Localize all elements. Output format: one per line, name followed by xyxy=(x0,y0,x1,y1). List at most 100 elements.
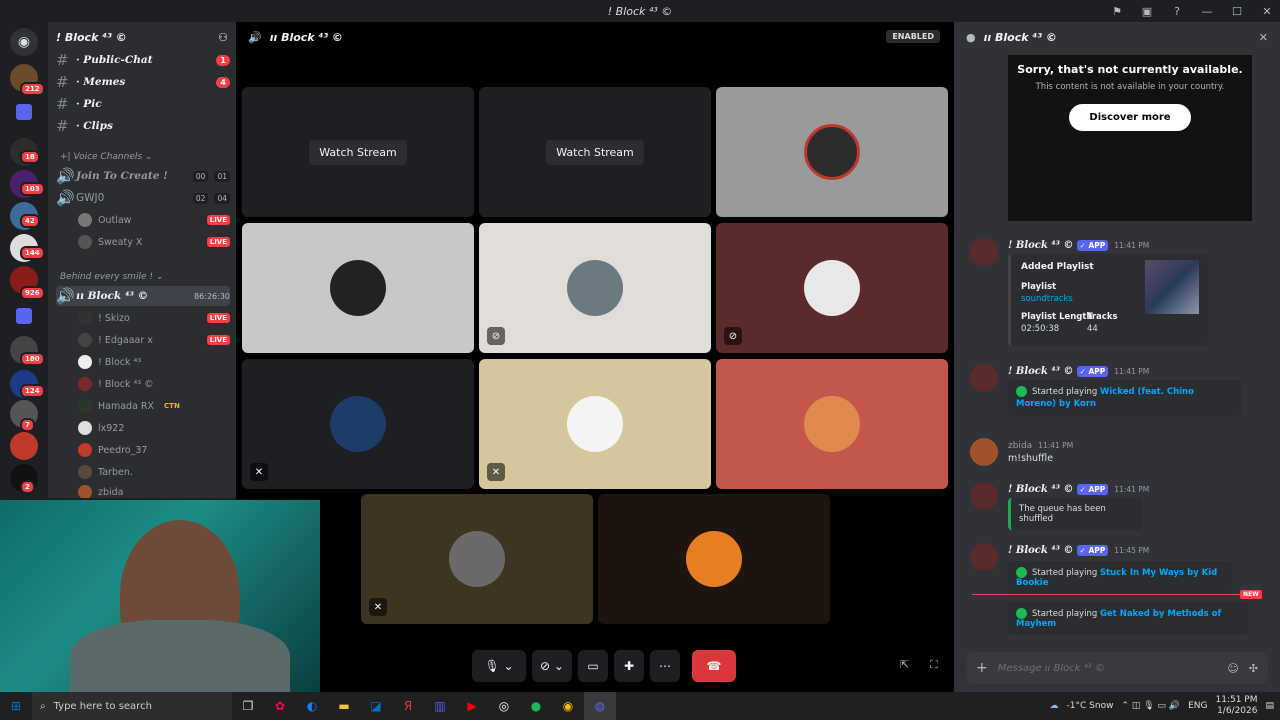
activities-button[interactable]: ✚ xyxy=(614,650,644,682)
behind-category[interactable]: Behind every smile ! ⌄ xyxy=(60,272,163,282)
emoji-icon[interactable]: ☺ xyxy=(1227,662,1238,675)
voice-user[interactable]: Peedro_37 xyxy=(78,440,230,460)
voice-user[interactable]: ! Skizo LIVE xyxy=(78,308,230,328)
stage-channel-name: ıı Block ⁴³ © xyxy=(269,30,343,44)
close-chat-icon[interactable]: ✕ xyxy=(1259,31,1268,44)
voice-active-channel[interactable]: 🔊 ıı Block ⁴³ © 86:26:30 xyxy=(56,286,230,306)
voice-user[interactable]: ! Block ⁴³ © xyxy=(78,374,230,394)
voice-user[interactable]: ! Edgaaar x LIVE xyxy=(78,330,230,350)
participant-tile[interactable] xyxy=(598,494,830,624)
watch-stream-button[interactable]: Watch Stream xyxy=(546,139,644,165)
discord-home-icon[interactable]: ◉ xyxy=(10,28,38,56)
participant-tile[interactable]: ✕ xyxy=(242,359,474,489)
popout-icon[interactable]: ⇱ xyxy=(900,658,909,671)
voice-user[interactable]: Sweaty X LIVE xyxy=(78,232,230,252)
voice-user[interactable]: Tarben. xyxy=(78,462,230,482)
participant-tile[interactable] xyxy=(716,359,948,489)
participant-tile[interactable]: ✕ xyxy=(479,359,711,489)
participant-tile[interactable] xyxy=(242,223,474,353)
avatar xyxy=(970,238,998,266)
clock[interactable]: 11:51 PM 1/6/2026 xyxy=(1215,695,1257,717)
more-button[interactable]: ⋯ xyxy=(650,650,680,682)
title-bar: ! Block ⁴³ © xyxy=(0,0,1280,22)
edge-icon[interactable]: ◐ xyxy=(296,692,328,720)
discord-app-icon[interactable]: ◍ xyxy=(584,692,616,720)
search-icon: ⌕ xyxy=(40,700,46,712)
weather-text[interactable]: -1°C Snow xyxy=(1067,701,1114,711)
mention-badge: 180 xyxy=(20,352,45,366)
channel-pic[interactable]: # · Pic xyxy=(56,94,230,114)
avatar xyxy=(78,355,92,369)
help-icon[interactable]: ? xyxy=(1164,0,1190,22)
apps-icon[interactable]: ✣ xyxy=(1249,662,1258,675)
youtube-icon[interactable]: ▶ xyxy=(456,692,488,720)
discover-more-button[interactable]: Discover more xyxy=(1069,104,1191,131)
close-button[interactable]: ✕ xyxy=(1254,0,1280,22)
chat-message: zbida 11:41 PM m!shuffle xyxy=(970,438,1260,466)
minimize-button[interactable]: — xyxy=(1194,0,1220,22)
start-icon[interactable]: ⊞ xyxy=(0,692,32,720)
watch-stream-button[interactable]: Watch Stream xyxy=(309,139,407,165)
inbox-icon[interactable]: ⚑ xyxy=(1104,0,1130,22)
person-shirt xyxy=(70,620,290,692)
task-view-icon[interactable]: ❐ xyxy=(232,692,264,720)
screen-share-button[interactable]: ▭ xyxy=(578,650,608,682)
voice-category[interactable]: +| Voice Channels ⌄ xyxy=(60,152,152,162)
camera-off-button[interactable]: ⊘ ⌄ xyxy=(532,650,572,682)
notification-icon[interactable]: ▤ xyxy=(1265,701,1274,711)
file-explorer-icon[interactable]: ▬ xyxy=(328,692,360,720)
add-attachment-icon[interactable]: + xyxy=(976,660,988,676)
hash-icon: # xyxy=(56,51,69,69)
maximize-button[interactable]: ☐ xyxy=(1224,0,1250,22)
chat-message: ! Block ⁴³ © ✓ APP 11:45 PM xyxy=(970,543,1260,571)
avatar xyxy=(970,543,998,571)
taskbar-search[interactable]: ⌕ Type here to search xyxy=(32,692,232,720)
participant-tile[interactable] xyxy=(716,87,948,217)
server-header[interactable]: ! Block ⁴³ © ⚇ xyxy=(48,22,236,52)
stream-tile[interactable]: Watch Stream xyxy=(242,87,474,217)
folder-icon[interactable] xyxy=(16,104,32,120)
participant-tile[interactable]: ⊘ xyxy=(716,223,948,353)
avatar xyxy=(78,333,92,347)
channel-public-chat[interactable]: # · Public-Chat 1 xyxy=(56,50,230,70)
tray-icons[interactable]: ⌃ ◫ 🎙 ▭ 🔊 xyxy=(1121,701,1180,711)
widgets-icon[interactable]: ✿ xyxy=(264,692,296,720)
folder-icon[interactable] xyxy=(16,308,32,324)
voice-user[interactable]: Outlaw LIVE xyxy=(78,210,230,230)
participant-tile[interactable]: ⊘ xyxy=(479,223,711,353)
yandex-icon[interactable]: Я xyxy=(392,692,424,720)
language-indicator[interactable]: ENG xyxy=(1188,701,1207,711)
server-rail: ◉ 212 18 103 42 144 926 180 124 7 2 xyxy=(0,22,48,498)
channel-sidebar: ! Block ⁴³ © ⚇ # · Public-Chat 1 # · Memes 4… xyxy=(48,22,236,498)
avatar xyxy=(78,399,92,413)
spotify-icon xyxy=(1016,608,1027,619)
avatar xyxy=(78,485,92,498)
voice-user[interactable]: ! Block ⁴³ xyxy=(78,352,230,372)
voice-user[interactable]: zbida xyxy=(78,482,230,498)
add-member-icon[interactable]: ⚇ xyxy=(218,31,228,44)
spotify-icon xyxy=(1016,386,1027,397)
voice-gwjo[interactable]: 🔊 GWJ0 02 04 xyxy=(56,188,230,208)
channel-memes[interactable]: # · Memes 4 xyxy=(56,72,230,92)
hash-icon: # xyxy=(56,73,69,91)
mic-button[interactable]: 🎙 ⌄ xyxy=(472,650,526,682)
message-input[interactable]: + Message ıı Block ⁴³ © ☺ ✣ xyxy=(966,652,1268,684)
channel-clips[interactable]: # · Clips xyxy=(56,116,230,136)
stream-tile[interactable]: Watch Stream xyxy=(479,87,711,217)
chart-app-icon[interactable]: ▥ xyxy=(424,692,456,720)
chrome-icon[interactable]: ◉ xyxy=(552,692,584,720)
screen-icon[interactable]: ▣ xyxy=(1134,0,1160,22)
voice-join-to-create[interactable]: 🔊 Join To Create ! 00 01 xyxy=(56,166,230,186)
spotify-app-icon[interactable]: ● xyxy=(520,692,552,720)
obs-icon[interactable]: ◎ xyxy=(488,692,520,720)
chat-message: ! Block ⁴³ © ✓ APP 11:41 PM xyxy=(970,364,1260,392)
disconnect-button[interactable]: ☎ xyxy=(692,650,736,682)
voice-user[interactable]: Hamada RX CTN xyxy=(78,396,230,416)
voice-user[interactable]: lx922 xyxy=(78,418,230,438)
outlook-icon[interactable]: ◪ xyxy=(360,692,392,720)
webcam-overlay xyxy=(0,500,320,692)
server-icon[interactable] xyxy=(10,432,38,460)
mention-badge: 2 xyxy=(20,480,35,494)
participant-tile[interactable]: ✕ xyxy=(361,494,593,624)
fullscreen-icon[interactable]: ⛶ xyxy=(930,658,938,672)
